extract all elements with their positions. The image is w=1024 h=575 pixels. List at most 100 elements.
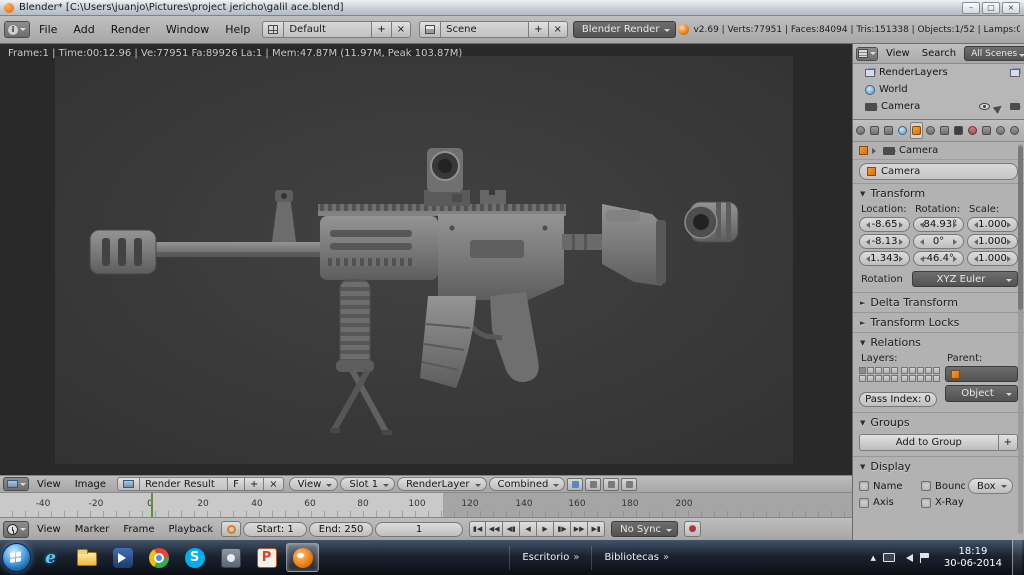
add-layout-button[interactable]: + — [371, 21, 391, 38]
taskbar-skype[interactable]: S — [178, 543, 211, 572]
add-scene-button[interactable]: + — [528, 21, 548, 38]
fake-user-button[interactable]: F — [227, 477, 244, 491]
image-menu-view[interactable]: View — [31, 478, 67, 491]
pass-index-field[interactable]: Pass Index: 0 — [859, 392, 937, 407]
menu-add[interactable]: Add — [66, 21, 101, 38]
render-pass-dropdown[interactable]: Combined — [488, 477, 566, 491]
current-frame-field[interactable]: 1 — [375, 521, 464, 537]
next-keyframe-button[interactable]: ▶▶ — [571, 521, 589, 537]
image-editor-viewport[interactable]: Frame:1 | Time:00:12.96 | Ve:77951 Fa:89… — [0, 44, 852, 475]
taskbar-chrome[interactable] — [142, 543, 175, 572]
render-engine-select[interactable]: Blender Render — [572, 21, 677, 38]
visibility-toggle-icon[interactable] — [979, 103, 990, 110]
tab-material[interactable] — [966, 122, 979, 139]
rotation-x-field[interactable]: -84.93° — [913, 217, 964, 232]
window-titlebar[interactable]: Blender* [C:\Users\juanjo\Pictures\proje… — [0, 0, 1024, 16]
play-reverse-button[interactable]: ◀ — [520, 521, 538, 537]
taskbar-media-player[interactable] — [106, 543, 139, 572]
menu-window[interactable]: Window — [159, 21, 216, 38]
tab-render[interactable] — [854, 122, 867, 139]
renderability-toggle-icon[interactable] — [1010, 103, 1021, 110]
image-datablock-name[interactable]: Render Result — [139, 477, 228, 491]
scale-z-field[interactable]: 1.000 — [967, 251, 1018, 266]
image-view-dropdown[interactable]: View — [288, 477, 339, 491]
delete-layout-button[interactable]: × — [390, 21, 412, 38]
new-image-button[interactable]: + — [243, 477, 264, 491]
render-slot-dropdown[interactable]: Slot 1 — [340, 477, 396, 491]
action-center-tray-icon[interactable] — [919, 552, 929, 563]
menu-file[interactable]: File — [32, 21, 64, 38]
relations-panel-header[interactable]: ▼ Relations — [853, 332, 1024, 352]
tray-expand-icon[interactable]: ▲ — [870, 554, 875, 562]
timeline-menu-marker[interactable]: Marker — [69, 522, 116, 537]
info-editor-type-button[interactable]: i — [4, 21, 30, 38]
scale-y-field[interactable]: 1.000 — [967, 234, 1018, 249]
add-group-plus-button[interactable]: + — [998, 434, 1018, 451]
object-name-field[interactable]: Camera — [859, 163, 1018, 180]
rotation-mode-select[interactable]: XYZ Euler — [912, 271, 1018, 287]
outliner-menu-search[interactable]: Search — [918, 47, 960, 60]
location-z-field[interactable]: 1.343 — [859, 251, 910, 266]
rotation-z-field[interactable]: -46.4° — [913, 251, 964, 266]
image-editor-type-button[interactable] — [3, 477, 29, 491]
chevron-icon[interactable]: » — [573, 552, 579, 563]
renderlayers-filter-icon[interactable] — [1010, 68, 1020, 77]
tab-modifiers[interactable] — [938, 122, 951, 139]
start-button[interactable] — [2, 543, 31, 572]
jump-to-start-button[interactable]: ▮◀ — [469, 521, 487, 537]
minimize-button[interactable]: – — [962, 1, 980, 14]
prev-frame-button[interactable]: ◀▮ — [503, 521, 521, 537]
preview-range-toggle[interactable] — [221, 521, 242, 537]
selectability-toggle-icon[interactable] — [992, 99, 1008, 114]
display-name-checkbox[interactable]: Name — [859, 481, 917, 492]
scale-x-field[interactable]: 1.000 — [967, 217, 1018, 232]
channel-alpha-toggle[interactable] — [603, 477, 620, 491]
display-xray-checkbox[interactable]: X-Ray — [921, 497, 1018, 508]
show-desktop-button[interactable] — [1012, 540, 1022, 575]
unlink-image-button[interactable]: × — [263, 477, 284, 491]
menu-help[interactable]: Help — [218, 21, 257, 38]
outliner-item-renderlayers[interactable]: RenderLayers — [853, 64, 1024, 81]
chevron-icon[interactable]: » — [663, 552, 669, 563]
frame-end-field[interactable]: End: 250 — [309, 521, 374, 537]
taskbar-blender[interactable] — [286, 543, 319, 572]
layer-grid[interactable] — [859, 367, 940, 382]
properties-scrollbar[interactable] — [1018, 144, 1023, 534]
prev-keyframe-button[interactable]: ◀◀ — [486, 521, 504, 537]
rotation-y-field[interactable]: 0° — [913, 234, 964, 249]
render-layer-dropdown[interactable]: RenderLayer — [397, 477, 487, 491]
timeline-editor-type-button[interactable] — [3, 520, 29, 538]
tab-physics[interactable] — [1008, 122, 1021, 139]
outliner-editor-type-button[interactable] — [856, 46, 878, 61]
network-tray-icon[interactable] — [882, 553, 895, 562]
display-axis-checkbox[interactable]: Axis — [859, 497, 917, 508]
maximize-button[interactable]: □ — [982, 1, 1000, 14]
outliner-display-mode[interactable]: All Scenes — [964, 46, 1024, 61]
tab-particles[interactable] — [994, 122, 1007, 139]
volume-tray-icon[interactable] — [902, 553, 913, 562]
outliner-menu-view[interactable]: View — [882, 47, 914, 60]
display-bounds-checkbox[interactable]: Bounds — [921, 481, 965, 492]
timeline-ruler[interactable]: -40 -20 0 20 40 60 80 100 120 140 160 18… — [0, 492, 852, 517]
groups-panel-header[interactable]: ▼ Groups — [853, 412, 1024, 432]
location-y-field[interactable]: -8.13 — [859, 234, 910, 249]
current-frame-marker[interactable] — [151, 493, 153, 517]
scrollbar-thumb[interactable] — [1018, 146, 1023, 310]
record-button[interactable]: ● — [684, 521, 701, 537]
timeline-menu-playback[interactable]: Playback — [162, 522, 219, 537]
channel-color-toggle[interactable] — [585, 477, 602, 491]
toolbar-escritorio[interactable]: Escritorio » — [516, 552, 585, 563]
location-x-field[interactable]: -8.65 — [859, 217, 910, 232]
tab-scene[interactable] — [882, 122, 895, 139]
taskbar-clock[interactable]: 18:19 30-06-2014 — [937, 546, 1009, 570]
tab-object-data[interactable] — [952, 122, 965, 139]
tab-render-layers[interactable] — [868, 122, 881, 139]
play-button[interactable]: ▶ — [537, 521, 555, 537]
menu-render[interactable]: Render — [104, 21, 157, 38]
timeline-menu-view[interactable]: View — [31, 522, 67, 537]
delete-scene-button[interactable]: × — [547, 21, 568, 38]
tab-world[interactable] — [896, 122, 909, 139]
next-frame-button[interactable]: ▮▶ — [554, 521, 572, 537]
tab-object[interactable] — [910, 122, 923, 139]
transform-panel-header[interactable]: ▼ Transform — [853, 183, 1024, 203]
